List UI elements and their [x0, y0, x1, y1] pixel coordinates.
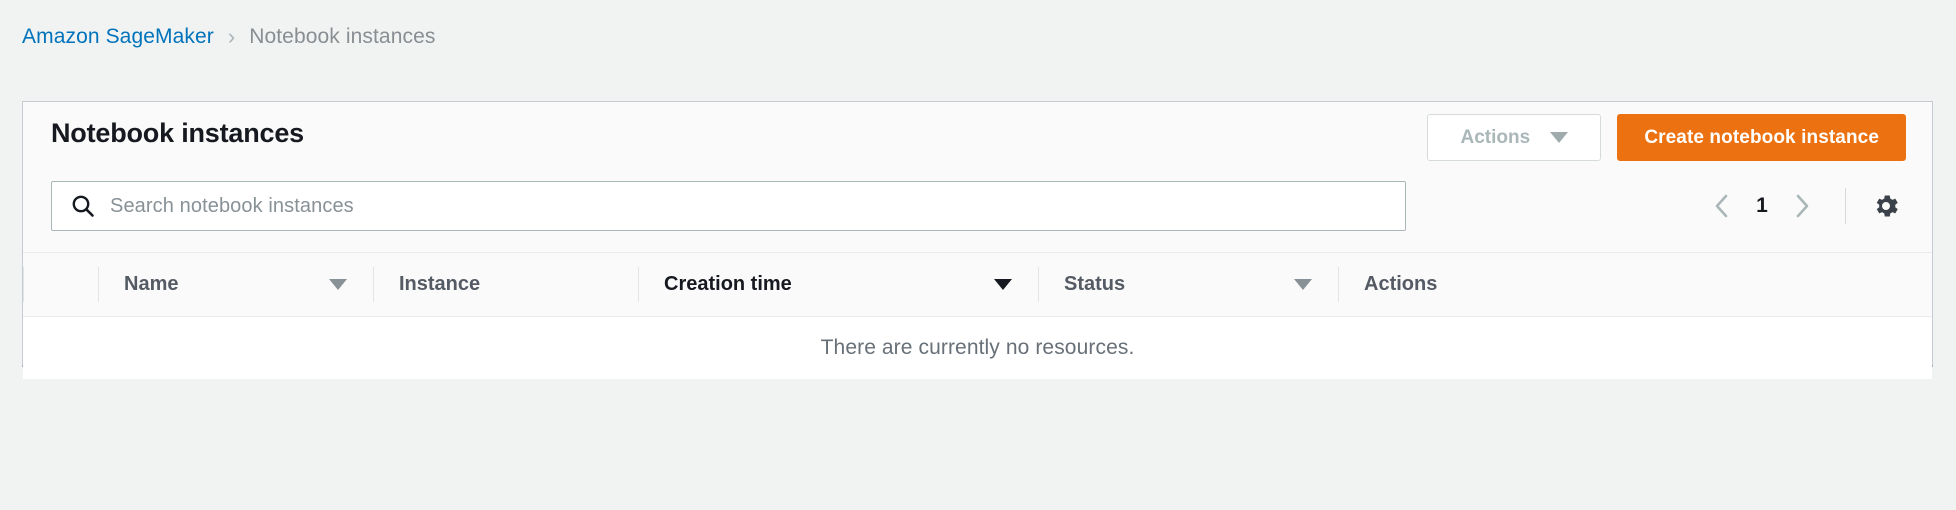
table-tools-row: Search notebook instances 1 [23, 176, 1932, 252]
breadcrumb-current-notebook-instances: Notebook instances [249, 25, 436, 48]
chevron-right-icon: › [227, 24, 236, 49]
header-action-group: Actions Create notebook instance [1427, 114, 1906, 161]
table-header-name[interactable]: Name [98, 253, 373, 316]
table-header-actions[interactable]: Actions [1338, 253, 1932, 316]
table-header-row: Name Instance Creation time Status Actio… [23, 252, 1932, 316]
table-header-name-label: Name [124, 273, 179, 295]
breadcrumb-link-amazon-sagemaker[interactable]: Amazon SageMaker [22, 25, 214, 49]
table-empty-state: There are currently no resources. [23, 316, 1932, 379]
table-empty-state-message: There are currently no resources. [820, 336, 1135, 359]
table-header-creation-time[interactable]: Creation time [638, 253, 1038, 316]
panel-header: Notebook instances Actions Create notebo… [23, 102, 1932, 176]
page-title: Notebook instances [51, 118, 304, 148]
table-header-status[interactable]: Status [1038, 253, 1338, 316]
table-header-instance-label: Instance [399, 273, 481, 295]
table-header-status-label: Status [1064, 273, 1126, 295]
pagination-page-1[interactable]: 1 [1745, 194, 1779, 218]
breadcrumb: Amazon SageMaker › Notebook instances [22, 22, 435, 52]
chevron-down-icon [1550, 132, 1569, 143]
create-notebook-instance-button[interactable]: Create notebook instance [1617, 114, 1906, 161]
table-header-actions-label: Actions [1364, 273, 1438, 295]
sort-caret-icon [994, 279, 1012, 290]
pagination-divider [1845, 188, 1846, 224]
table-header-cell-spacer [23, 253, 98, 316]
pagination: 1 [1699, 181, 1906, 231]
pagination-next-button[interactable] [1779, 181, 1825, 231]
actions-button[interactable]: Actions [1427, 114, 1602, 161]
sort-caret-icon [329, 279, 347, 290]
table-header-creation-time-label: Creation time [664, 273, 792, 295]
gear-icon[interactable] [1866, 186, 1906, 226]
search-input[interactable]: Search notebook instances [51, 181, 1406, 231]
sort-caret-icon [1294, 279, 1312, 290]
search-input-placeholder: Search notebook instances [110, 194, 354, 217]
actions-button-label: Actions [1460, 126, 1531, 148]
pagination-prev-button[interactable] [1699, 181, 1745, 231]
search-icon [70, 193, 96, 219]
table-header-instance[interactable]: Instance [373, 253, 638, 316]
notebook-instances-panel: Notebook instances Actions Create notebo… [22, 101, 1933, 379]
